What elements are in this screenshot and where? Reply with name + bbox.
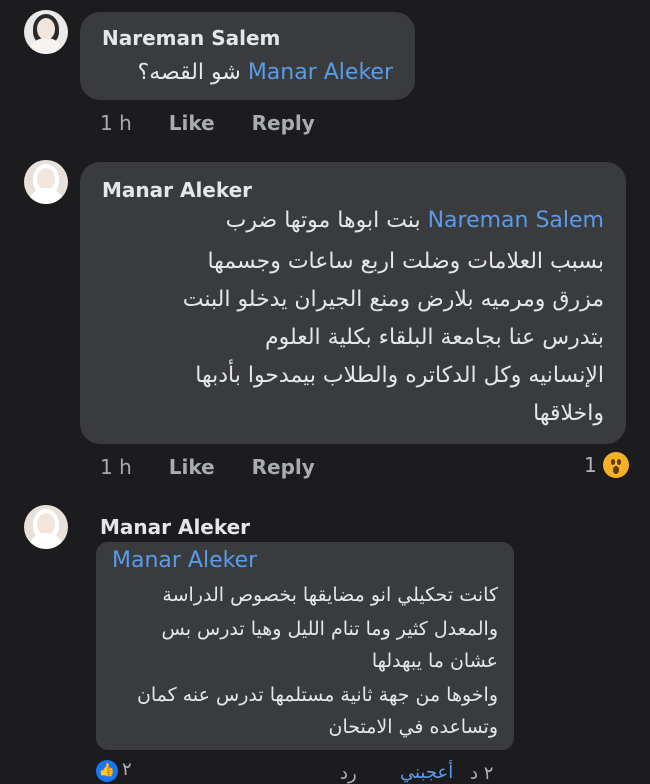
- comment-bubble: Nareman Salem Manar Aleker شو القصه؟: [80, 12, 415, 100]
- shared-line: والمعدل كثير وما تنام الليل وهيا تدرس بس: [161, 618, 499, 640]
- shared-screenshot[interactable]: Manar Aleker كانت تحكيلي انو مضايقها بخص…: [96, 542, 514, 750]
- mention-link[interactable]: Nareman Salem: [428, 208, 604, 233]
- comment-line: بتدرس عنا بجامعة البلقاء بكلية العلوم: [264, 325, 604, 350]
- shared-like-count: ٢: [122, 759, 132, 780]
- avatar[interactable]: [24, 160, 68, 204]
- comment-actions: 1 h Like Reply: [100, 111, 345, 135]
- avatar-face: [37, 168, 55, 190]
- avatar-body: [30, 533, 62, 549]
- shared-line: وتساعده في الامتحان: [328, 716, 499, 738]
- comment-time[interactable]: 1 h: [100, 111, 132, 135]
- comment-line: الإنسانيه وكل الدكاتره والطلاب بيمدحوا ب…: [195, 363, 604, 388]
- shared-line: عشان ما يبهدلها: [371, 650, 498, 672]
- comment-body: شو القصه؟: [137, 60, 241, 85]
- avatar-body: [30, 188, 62, 204]
- comment-actions: 1 h Like Reply: [100, 455, 345, 479]
- comment-line: Nareman Salem بنت ابوها موتها ضرب: [226, 208, 604, 233]
- shared-reply: رد: [340, 763, 357, 784]
- avatar[interactable]: [24, 505, 68, 549]
- comment-line: واخلاقها: [533, 401, 604, 426]
- comment-time[interactable]: 1 h: [100, 455, 132, 479]
- comment-author[interactable]: Manar Aleker: [100, 515, 250, 539]
- reaction-count: 1: [584, 453, 597, 477]
- avatar[interactable]: [24, 10, 68, 54]
- comment-bubble: Manar Aleker Nareman Salem بنت ابوها موت…: [80, 162, 626, 444]
- reaction-summary[interactable]: 1: [584, 452, 629, 478]
- like-button[interactable]: Like: [169, 455, 215, 479]
- comment-author[interactable]: Nareman Salem: [102, 26, 280, 50]
- avatar-face: [37, 18, 55, 40]
- mention-link[interactable]: Manar Aleker: [248, 60, 393, 85]
- comment-author[interactable]: Manar Aleker: [102, 178, 252, 202]
- avatar-face: [37, 513, 55, 535]
- shared-line: واخوها من جهة ثانية مستلمها تدرس عنه كما…: [136, 684, 498, 706]
- reply-button[interactable]: Reply: [252, 455, 315, 479]
- comment-text: Manar Aleker شو القصه؟: [138, 60, 393, 85]
- comment-line: مزرق ومرميه بلارض ومنع الجيران يدخلو الب…: [182, 287, 604, 312]
- wow-icon: [602, 452, 629, 478]
- comment-line: بسبب العلامات وضلت اربع ساعات وجسمها: [207, 249, 604, 274]
- reply-button[interactable]: Reply: [252, 111, 315, 135]
- shared-author: Manar Aleker: [112, 548, 258, 573]
- shared-time: ٢ د: [470, 763, 494, 784]
- comment-line-text: بنت ابوها موتها ضرب: [225, 208, 421, 233]
- avatar-body: [30, 38, 62, 54]
- shared-line: كانت تحكيلي انو مضايقها بخصوص الدراسة: [162, 584, 498, 606]
- like-button[interactable]: Like: [169, 111, 215, 135]
- like-reaction-icon: 👍: [96, 760, 118, 782]
